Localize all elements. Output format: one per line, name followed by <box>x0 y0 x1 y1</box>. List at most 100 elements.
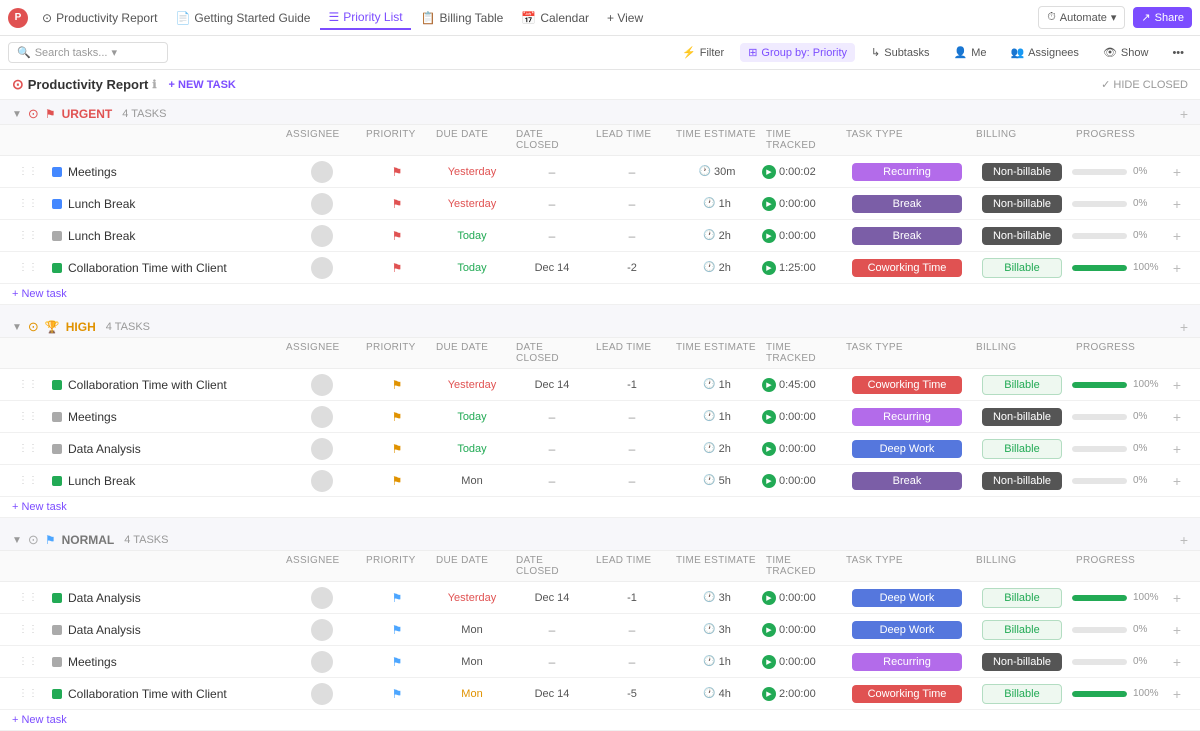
avatar <box>311 587 333 609</box>
progress-bar-bg <box>1072 414 1127 420</box>
task-name[interactable]: Data Analysis <box>68 442 141 456</box>
show-button[interactable]: 👁 Show <box>1095 43 1157 62</box>
col-add <box>1162 340 1192 366</box>
urgent-status-icon: ⊙ <box>28 106 39 122</box>
urgent-new-task-row[interactable]: + New task <box>0 284 1200 305</box>
normal-chevron[interactable]: ▼ <box>12 535 22 546</box>
col-progress: PROGRESS <box>1072 340 1162 366</box>
filter-label: Filter <box>700 47 724 59</box>
urgent-chevron[interactable]: ▼ <box>12 109 22 120</box>
add-col[interactable]: + <box>1162 377 1192 393</box>
add-col[interactable]: + <box>1162 196 1192 212</box>
automate-button[interactable]: ⏱ Automate ▾ <box>1038 6 1125 29</box>
high-chevron[interactable]: ▼ <box>12 322 22 333</box>
tab-priority-list[interactable]: ☰ Priority List <box>320 6 410 30</box>
add-col[interactable]: + <box>1162 260 1192 276</box>
play-icon: ▶ <box>762 197 776 211</box>
add-col[interactable]: + <box>1162 686 1192 702</box>
col-add <box>1162 553 1192 579</box>
billing-cell: Non-billable <box>972 472 1072 490</box>
assignees-button[interactable]: 👥 Assignees <box>1002 43 1086 62</box>
task-name[interactable]: Lunch Break <box>68 197 135 211</box>
col-priority: PRIORITY <box>362 340 432 366</box>
billing-cell: Billable <box>972 439 1072 459</box>
task-name[interactable]: Meetings <box>68 410 117 424</box>
play-icon: ▶ <box>762 378 776 392</box>
play-icon: ▶ <box>762 410 776 424</box>
tab-billing-table[interactable]: 📋 Billing Table <box>413 7 512 29</box>
billing-cell: Non-billable <box>972 227 1072 245</box>
time-tracked-cell: ▶ 0:00:02 <box>762 165 842 179</box>
task-name[interactable]: Meetings <box>68 165 117 179</box>
play-icon: ▶ <box>762 261 776 275</box>
date-closed-cell: Dec 14 <box>512 688 592 700</box>
add-col[interactable]: + <box>1162 622 1192 638</box>
normal-label: NORMAL <box>62 533 115 547</box>
priority-flag-icon: ⚑ <box>392 378 403 392</box>
tab-productivity-report[interactable]: ⊙ Productivity Report <box>34 7 165 29</box>
add-col[interactable]: + <box>1162 590 1192 606</box>
progress-cell: 0% <box>1072 656 1162 667</box>
high-new-task-row[interactable]: + New task <box>0 497 1200 518</box>
clock-icon: 🕐 <box>703 411 715 422</box>
task-color-indicator <box>52 167 62 177</box>
task-name[interactable]: Data Analysis <box>68 591 141 605</box>
add-col[interactable]: + <box>1162 473 1192 489</box>
ellipsis-icon: ••• <box>1172 47 1184 59</box>
high-add-icon[interactable]: + <box>1180 319 1188 335</box>
time-tracked-cell: ▶ 0:00:00 <box>762 229 842 243</box>
normal-add-icon[interactable]: + <box>1180 532 1188 548</box>
tab-icon-getting-started: 📄 <box>175 11 190 25</box>
task-name[interactable]: Collaboration Time with Client <box>68 378 227 392</box>
tab-calendar[interactable]: 📅 Calendar <box>513 7 597 29</box>
task-name[interactable]: Data Analysis <box>68 623 141 637</box>
date-closed-cell: – <box>512 442 592 456</box>
task-name[interactable]: Meetings <box>68 655 117 669</box>
task-type-badge: Recurring <box>852 653 962 671</box>
task-name[interactable]: Lunch Break <box>68 474 135 488</box>
task-name[interactable]: Collaboration Time with Client <box>68 687 227 701</box>
billing-cell: Billable <box>972 375 1072 395</box>
task-name[interactable]: Collaboration Time with Client <box>68 261 227 275</box>
clock-icon: 🕐 <box>703 688 715 699</box>
progress-cell: 100% <box>1072 592 1162 603</box>
add-col[interactable]: + <box>1162 654 1192 670</box>
filter-button[interactable]: ⚡ Filter <box>674 43 732 62</box>
tab-add-view[interactable]: + View <box>599 7 651 29</box>
task-type-badge: Break <box>852 227 962 245</box>
subtasks-button[interactable]: ↳ Subtasks <box>863 43 937 62</box>
time-estimate-value: 4h <box>719 688 731 700</box>
col-name <box>48 553 282 579</box>
lead-time-cell: – <box>592 165 672 179</box>
time-estimate-cell: 🕐 2h <box>672 443 762 455</box>
time-estimate-value: 3h <box>719 592 731 604</box>
project-status-icon: ⊙ <box>12 76 24 93</box>
normal-new-task-row[interactable]: + New task <box>0 710 1200 731</box>
tab-getting-started[interactable]: 📄 Getting Started Guide <box>167 7 318 29</box>
share-button[interactable]: ↗ Share <box>1133 7 1192 28</box>
high-section: ▼ ⊙ 🏆 HIGH 4 TASKS + ASSIGNEE PRIORITY D… <box>0 313 1200 518</box>
group-by-button[interactable]: ⊞ Group by: Priority <box>740 43 855 62</box>
add-col[interactable]: + <box>1162 228 1192 244</box>
avatar <box>311 406 333 428</box>
task-type-badge: Break <box>852 472 962 490</box>
new-task-button[interactable]: + NEW TASK <box>169 79 236 91</box>
priority-cell: ⚑ <box>362 687 432 701</box>
add-col[interactable]: + <box>1162 409 1192 425</box>
me-button[interactable]: 👤 Me <box>945 43 994 62</box>
drag-handle: ⋮⋮ <box>18 443 38 454</box>
high-section-header: ▼ ⊙ 🏆 HIGH 4 TASKS + <box>0 313 1200 337</box>
avatar <box>311 683 333 705</box>
time-tracked-cell: ▶ 0:00:00 <box>762 591 842 605</box>
priority-cell: ⚑ <box>362 229 432 243</box>
hide-closed-button[interactable]: ✓ HIDE CLOSED <box>1101 78 1188 91</box>
group-by-label: Group by: Priority <box>761 47 847 59</box>
more-options-button[interactable]: ••• <box>1164 44 1192 62</box>
add-col[interactable]: + <box>1162 164 1192 180</box>
add-col[interactable]: + <box>1162 441 1192 457</box>
play-icon: ▶ <box>762 687 776 701</box>
urgent-add-icon[interactable]: + <box>1180 106 1188 122</box>
assignee-cell <box>282 470 362 492</box>
search-box[interactable]: 🔍 Search tasks... ▾ <box>8 42 168 63</box>
task-name[interactable]: Lunch Break <box>68 229 135 243</box>
